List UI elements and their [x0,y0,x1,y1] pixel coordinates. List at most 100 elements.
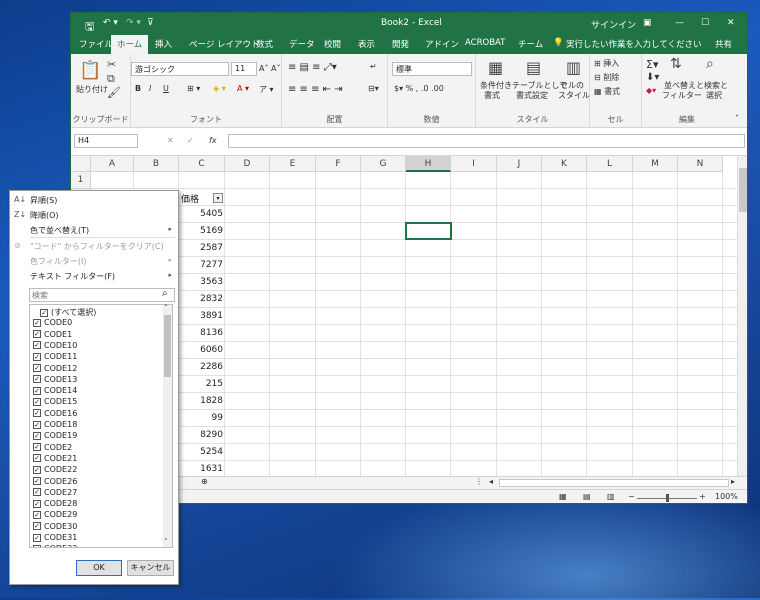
price-cell[interactable]: 99 [179,413,223,423]
cancel-button[interactable]: キャンセル [127,560,174,576]
tell-me-box[interactable]: 実行したい作業を入力してください [566,38,702,50]
delete-cells-button[interactable]: ⊟ 削除 [594,72,619,83]
price-cell[interactable]: 1828 [179,396,223,406]
find-select-icon[interactable]: ⌕ [706,56,714,72]
minimize-button[interactable]: — [675,18,684,28]
checkbox[interactable]: ✓ [33,397,41,406]
tab-developer[interactable]: 開発 [392,38,409,50]
header-price-cell[interactable]: 価格 [181,192,199,205]
column-header[interactable]: F [316,156,361,172]
format-cells-button[interactable]: ▦ 書式 [594,86,620,97]
close-button[interactable]: ✕ [727,18,735,28]
font-name-box[interactable]: 游ゴシック [131,62,229,76]
filter-value-item[interactable]: ✓ CODE30 [33,522,77,533]
clear-icon[interactable]: ◆▾ [646,86,656,95]
checkbox[interactable]: ✓ [33,488,41,497]
column-header[interactable]: L [587,156,633,172]
price-cell[interactable]: 8136 [179,328,223,338]
filter-value-item[interactable]: ✓ CODE22 [33,465,77,476]
price-cell[interactable]: 3563 [179,277,223,287]
scroll-up-icon[interactable]: ˄ [164,304,168,312]
filter-value-item[interactable]: ✓ CODE31 [33,533,77,544]
tab-home[interactable]: ホーム [111,35,149,54]
zoom-in-icon[interactable]: + [699,492,706,501]
wrap-text-icon[interactable]: ↵ [370,62,377,71]
checkbox[interactable]: ✓ [40,308,48,317]
conditional-format-icon[interactable]: ▦ [488,58,503,77]
enter-icon[interactable]: ✓ [187,136,194,145]
clear-filter-item[interactable]: "コード" からフィルターをクリア(C) [30,241,164,252]
merge-center-icon[interactable]: ⊟▾ [368,84,379,93]
filter-value-item[interactable]: ✓ CODE18 [33,420,77,431]
fill-color-icon[interactable]: ◈ ▾ [213,84,226,93]
column-header[interactable]: G [361,156,406,172]
format-as-table-icon[interactable]: ▤ [526,58,541,77]
font-grow-icon[interactable]: A˄ A˅ [259,64,281,73]
price-cell[interactable]: 215 [179,379,223,389]
filter-value-item[interactable]: ✓ CODE19 [33,431,77,442]
checkbox[interactable]: ✓ [33,420,41,429]
border-icon[interactable]: ⊞ ▾ [187,84,200,93]
sort-label2[interactable]: フィルター [662,90,702,101]
price-cell[interactable]: 5169 [179,226,223,236]
filter-value-item[interactable]: ✓ CODE10 [33,341,77,352]
filter-value-item[interactable]: ✓ CODE11 [33,352,77,363]
name-box[interactable]: H4 [74,134,138,148]
tab-view[interactable]: 表示 [358,38,375,50]
cell-styles-icon[interactable]: ▥ [566,58,581,77]
hscroll-menu-icon[interactable]: ⋮ [475,477,483,486]
filter-value-item[interactable]: ✓ CODE28 [33,499,77,510]
sort-filter-icon[interactable]: ⇅ [670,56,682,72]
select-all-corner[interactable] [71,156,91,172]
column-header[interactable]: D [225,156,270,172]
normal-view-icon[interactable]: ▦ [559,492,567,501]
text-filter-item[interactable]: テキスト フィルター(F) [30,271,115,282]
vertical-scrollbar-thumb[interactable] [739,168,747,212]
scroll-down-icon[interactable]: ˅ [164,538,168,546]
add-sheet-icon[interactable]: ⊕ [201,477,208,486]
checkbox[interactable]: ✓ [33,409,41,418]
filter-value-item[interactable]: ✓ CODE1 [33,330,72,341]
filter-value-item[interactable]: ✓ CODE16 [33,409,77,420]
filter-value-item[interactable]: ✓ CODE26 [33,477,77,488]
price-cell[interactable]: 5254 [179,447,223,457]
column-header[interactable]: J [497,156,542,172]
column-header[interactable]: E [270,156,316,172]
column-header[interactable]: C [179,156,225,172]
column-header[interactable]: A [91,156,134,172]
active-cell-selection[interactable] [405,222,452,240]
column-header[interactable]: N [678,156,723,172]
filter-value-item[interactable]: ✓ CODE15 [33,397,77,408]
filter-value-item[interactable]: ✓CODE32 [33,544,77,547]
checkbox[interactable]: ✓ [33,522,41,531]
horizontal-scrollbar[interactable] [499,479,729,487]
filter-value-item[interactable]: ✓ CODE14 [33,386,77,397]
autosum-icon[interactable]: Σ▾ [646,58,658,71]
table-label2[interactable]: 書式設定 [516,90,548,101]
price-cell[interactable]: 5405 [179,209,223,219]
scroll-right-icon[interactable]: ▸ [731,477,735,486]
page-break-view-icon[interactable]: ▥ [607,492,615,501]
tab-review[interactable]: 校閲 [324,38,341,50]
price-cell[interactable]: 7277 [179,260,223,270]
cell-styles-label2[interactable]: スタイル [558,90,590,101]
signin-link[interactable]: サインイン [591,18,636,31]
fill-icon[interactable]: ⬇▾ [646,72,659,83]
collapse-ribbon-icon[interactable]: ˄ [735,114,739,123]
zoom-out-icon[interactable]: − [628,492,635,501]
tab-formulas[interactable]: 数式 [256,38,273,50]
price-cell[interactable]: 8290 [179,430,223,440]
sort-ascending-item[interactable]: 昇順(S) [30,195,57,206]
column-header[interactable]: H [406,156,451,172]
scroll-left-icon[interactable]: ◂ [489,477,493,486]
maximize-button[interactable]: ☐ [701,18,709,28]
checkbox[interactable]: ✓ [33,443,41,452]
underline-button[interactable]: U [163,84,169,93]
tab-file[interactable]: ファイル [79,38,113,50]
checkbox[interactable]: ✓ [33,341,41,350]
price-cell[interactable]: 3891 [179,311,223,321]
filter-value-item[interactable]: ✓ CODE29 [33,510,77,521]
ok-button[interactable]: OK [76,560,122,576]
checkbox[interactable]: ✓ [33,510,41,519]
zoom-level[interactable]: 100% [715,492,738,501]
